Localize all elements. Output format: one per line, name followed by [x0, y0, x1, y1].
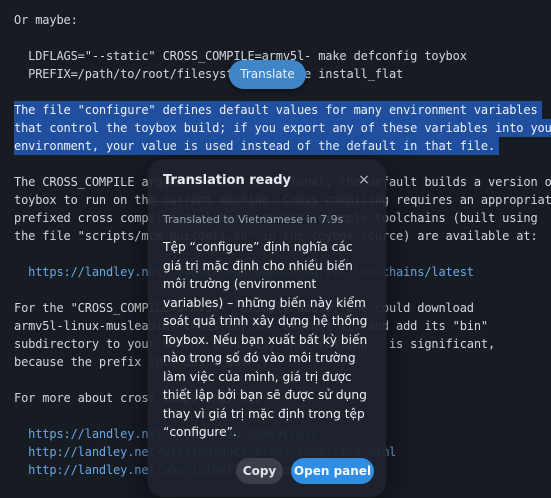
selected-text-line[interactable]: that control the toybox build; if you ex… — [14, 119, 551, 137]
doc-line: Or maybe: — [14, 13, 78, 27]
translated-text: Tệp “configure” định nghĩa các giá trị m… — [163, 240, 368, 439]
translate-button[interactable]: Translate — [229, 60, 306, 89]
popup-title: Translation ready — [163, 173, 292, 188]
close-icon[interactable]: × — [356, 171, 372, 189]
open-panel-button[interactable]: Open panel — [291, 458, 374, 484]
popup-divider — [148, 201, 386, 202]
copy-button[interactable]: Copy — [236, 458, 283, 484]
selected-text-line[interactable]: The file "configure" defines default val… — [14, 101, 542, 119]
code-line: PREFIX=/path/to/root/filesystem/bin make… — [14, 67, 404, 81]
translation-popup: Translation ready × Translated to Vietna… — [148, 160, 386, 497]
selected-text-line[interactable]: environment, your value is used instead … — [14, 137, 500, 155]
translation-meta: Translated to Vietnamese in 7.9s — [163, 213, 344, 226]
